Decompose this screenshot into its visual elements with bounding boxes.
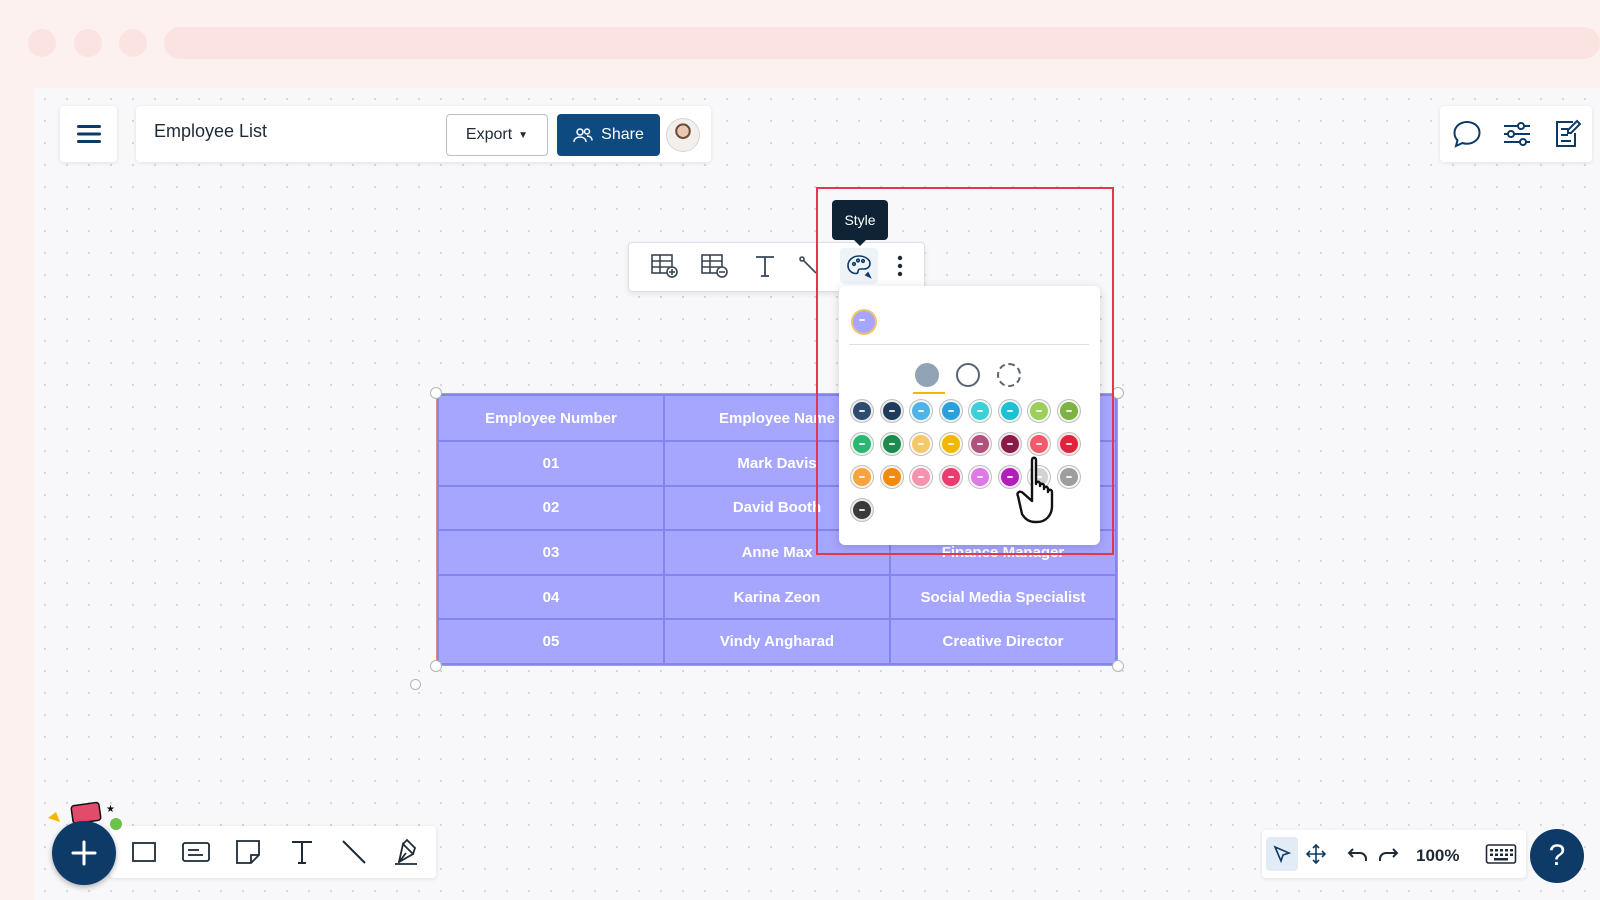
style-palette-icon[interactable] xyxy=(840,248,878,284)
panel-divider xyxy=(849,344,1089,345)
color-swatch[interactable] xyxy=(910,466,932,488)
table-cell[interactable]: Creative Director xyxy=(889,618,1117,665)
style-tooltip: Style xyxy=(832,200,888,246)
table-cell[interactable]: Karina Zeon xyxy=(663,573,891,621)
resize-handle-top-left[interactable] xyxy=(430,387,442,399)
color-swatch[interactable] xyxy=(969,433,991,455)
table-cell[interactable]: Vindy Angharad xyxy=(663,618,891,665)
user-avatar[interactable] xyxy=(666,118,700,152)
line-tool-icon[interactable] xyxy=(336,834,372,870)
comment-icon[interactable] xyxy=(1450,117,1484,151)
svg-text:★: ★ xyxy=(106,804,115,815)
color-swatch[interactable] xyxy=(851,433,873,455)
keyboard-icon[interactable] xyxy=(1482,837,1520,871)
color-swatch[interactable] xyxy=(1057,433,1080,455)
notes-edit-icon[interactable] xyxy=(1550,117,1584,151)
undo-icon[interactable] xyxy=(1344,837,1372,871)
card-icon[interactable] xyxy=(178,834,214,870)
settings-sliders-icon[interactable] xyxy=(1500,117,1534,151)
color-swatch[interactable] xyxy=(1028,433,1050,455)
fill-outline-icon[interactable] xyxy=(956,363,980,387)
window-maximize-dot[interactable] xyxy=(119,29,147,57)
color-swatch[interactable] xyxy=(1057,400,1080,422)
add-row-icon[interactable] xyxy=(647,248,683,284)
color-swatch[interactable] xyxy=(969,466,991,488)
more-options-icon[interactable] xyxy=(887,248,913,284)
color-swatch[interactable] xyxy=(998,400,1021,422)
color-swatch[interactable] xyxy=(851,499,873,521)
sticky-note-icon[interactable] xyxy=(230,834,266,870)
color-swatch[interactable] xyxy=(1028,400,1050,422)
color-swatch[interactable] xyxy=(880,466,903,488)
rotate-handle[interactable] xyxy=(410,679,421,690)
color-swatch[interactable] xyxy=(910,433,932,455)
color-swatch[interactable] xyxy=(998,433,1021,455)
current-color-swatch[interactable] xyxy=(851,309,877,335)
color-swatch[interactable] xyxy=(880,400,903,422)
table-cell[interactable]: 01 xyxy=(437,440,665,487)
rectangle-icon[interactable] xyxy=(126,834,162,870)
help-button[interactable]: ? xyxy=(1530,829,1584,883)
tooltip-text: Style xyxy=(844,212,876,228)
color-swatch[interactable] xyxy=(910,400,932,422)
connector-icon[interactable] xyxy=(795,248,823,284)
resize-handle-top-right[interactable] xyxy=(1112,387,1124,399)
share-label: Share xyxy=(601,126,644,143)
delete-row-icon[interactable] xyxy=(697,248,733,284)
fill-dashed-icon[interactable] xyxy=(997,363,1021,387)
color-swatch[interactable] xyxy=(969,400,991,422)
column-header-employee-number[interactable]: Employee Number xyxy=(437,394,665,442)
color-swatch[interactable] xyxy=(939,400,962,422)
pan-move-icon[interactable] xyxy=(1300,837,1332,871)
hand-pointer-icon xyxy=(1014,454,1070,526)
color-swatch[interactable] xyxy=(851,466,873,488)
fill-solid-icon[interactable] xyxy=(915,363,939,387)
color-swatch[interactable] xyxy=(939,433,962,455)
table-cell[interactable]: Social Media Specialist xyxy=(889,573,1117,621)
hamburger-menu-icon[interactable] xyxy=(60,106,117,162)
table-cell[interactable]: 03 xyxy=(437,529,665,576)
window-close-dot[interactable] xyxy=(28,29,56,57)
select-pointer-icon[interactable] xyxy=(1266,837,1298,871)
table-cell[interactable]: 04 xyxy=(437,573,665,621)
address-bar[interactable] xyxy=(164,27,1600,59)
text-tool-icon[interactable] xyxy=(284,834,320,870)
active-mode-underline xyxy=(913,392,945,394)
document-title[interactable]: Employee List xyxy=(154,121,267,142)
table-row[interactable]: 04 Karina Zeon Social Media Specialist xyxy=(437,573,1117,621)
table-row[interactable]: 05 Vindy Angharad Creative Director xyxy=(437,618,1117,665)
color-swatch[interactable] xyxy=(880,433,903,455)
table-cell[interactable]: 05 xyxy=(437,618,665,665)
users-icon xyxy=(573,128,593,143)
text-icon[interactable] xyxy=(747,248,783,284)
caret-down-icon: ▼ xyxy=(518,129,529,141)
color-swatch[interactable] xyxy=(939,466,962,488)
export-button[interactable]: Export ▼ xyxy=(446,114,548,156)
share-button[interactable]: Share xyxy=(557,114,660,156)
resize-handle-bottom-right[interactable] xyxy=(1112,660,1124,672)
window-minimize-dot[interactable] xyxy=(74,29,102,57)
help-icon: ? xyxy=(1548,839,1566,872)
color-swatch[interactable] xyxy=(851,400,873,422)
plus-icon[interactable] xyxy=(52,821,116,885)
table-cell[interactable]: 02 xyxy=(437,484,665,532)
export-label: Export xyxy=(465,126,513,143)
resize-handle-bottom-left[interactable] xyxy=(430,660,442,672)
redo-icon[interactable] xyxy=(1374,837,1402,871)
zoom-level[interactable]: 100% xyxy=(1416,846,1459,866)
pen-tool-icon[interactable] xyxy=(388,834,424,870)
